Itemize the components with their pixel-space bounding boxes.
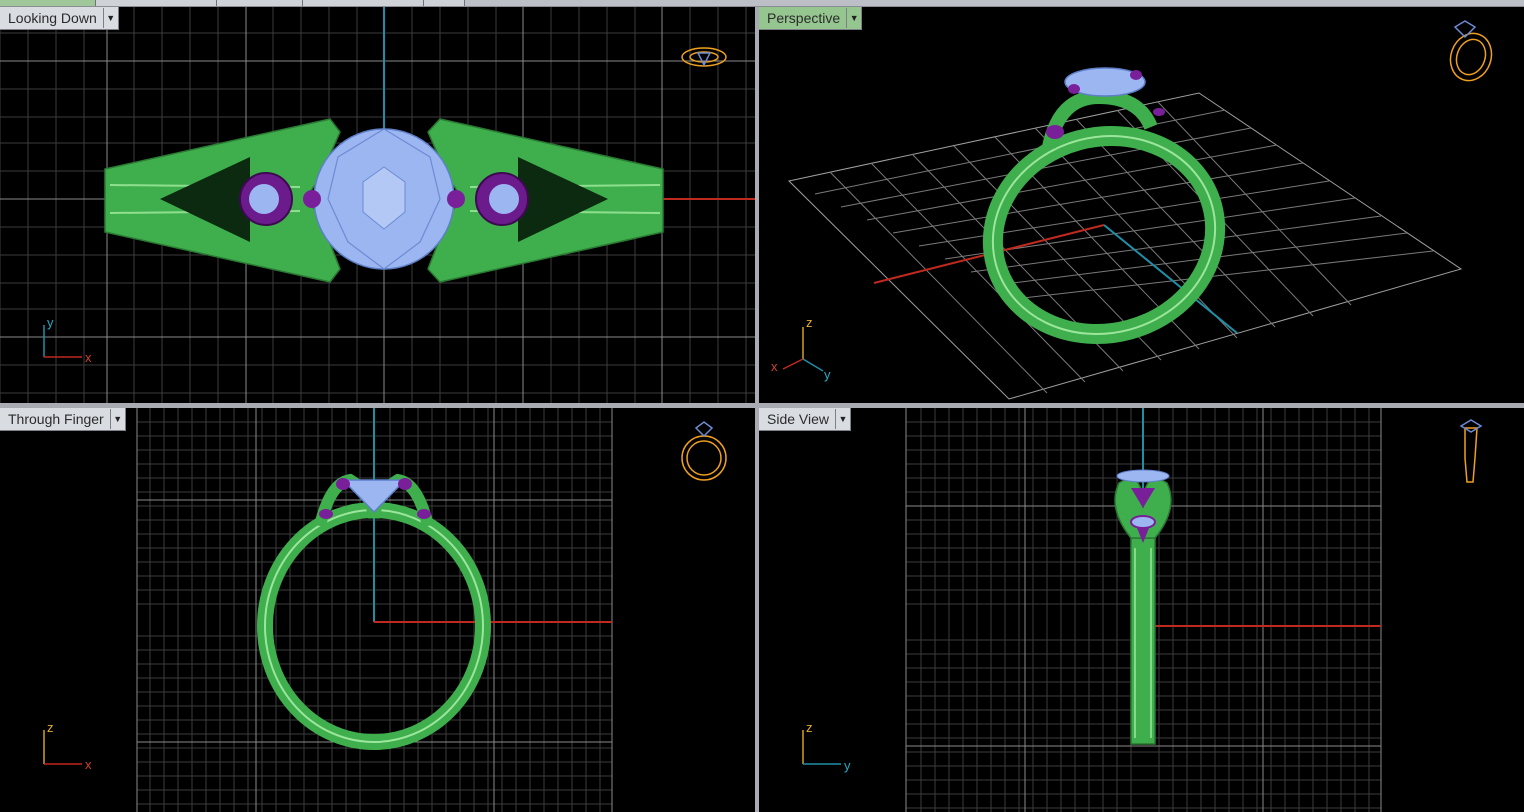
- view-tab-1[interactable]: [0, 0, 96, 6]
- viewport-title: Side View: [767, 411, 830, 427]
- orientation-icon: [1459, 419, 1483, 483]
- view-tab-4[interactable]: [303, 0, 424, 6]
- side-view-canvas: z y: [802, 408, 1483, 812]
- viewport-side-view[interactable]: z y Side View ▼: [759, 408, 1524, 812]
- viewport-title: Perspective: [767, 10, 841, 26]
- axis-z-label: z: [806, 315, 813, 330]
- axis-triad: z x: [43, 720, 92, 772]
- axis-triad: z x y: [771, 315, 831, 382]
- center-gem: [1116, 469, 1170, 483]
- viewport-title: Through Finger: [8, 411, 104, 427]
- viewport-through-finger[interactable]: z x Through Finger ▼: [0, 408, 755, 812]
- perspective-canvas: z x y: [771, 20, 1493, 400]
- through-finger-canvas: z x: [43, 408, 727, 812]
- axis-z-label: z: [806, 720, 813, 735]
- view-tab-5[interactable]: [424, 0, 465, 6]
- view-tab-strip: [0, 0, 1524, 7]
- axis-triad: y x: [43, 315, 92, 365]
- viewport-perspective[interactable]: z x y Perspective ▼: [759, 7, 1524, 403]
- axis-x-label: x: [771, 359, 778, 374]
- axis-y-label: y: [47, 315, 54, 330]
- viewport-title: Looking Down: [8, 10, 97, 26]
- viewport-label-through-finger[interactable]: Through Finger ▼: [0, 408, 126, 431]
- axis-y-label: y: [844, 758, 851, 773]
- ring-side-view: [1114, 469, 1172, 745]
- viewport-label-looking-down[interactable]: Looking Down ▼: [0, 7, 119, 30]
- viewport-looking-down[interactable]: y x Looking Down ▼: [0, 7, 755, 403]
- looking-down-canvas: y x: [0, 7, 755, 403]
- orientation-icon: [1449, 20, 1493, 82]
- axis-z-label: z: [47, 720, 54, 735]
- view-tab-2[interactable]: [96, 0, 217, 6]
- triangle-down-icon[interactable]: ▼: [846, 8, 861, 28]
- triangle-down-icon[interactable]: ▼: [835, 409, 850, 429]
- orientation-icon: [681, 421, 727, 481]
- orientation-icon: [681, 47, 727, 67]
- triangle-down-icon[interactable]: ▼: [102, 8, 118, 28]
- axis-x-label: x: [85, 757, 92, 772]
- triangle-down-icon[interactable]: ▼: [109, 409, 125, 429]
- view-tab-3[interactable]: [217, 0, 303, 6]
- axis-x-label: x: [85, 350, 92, 365]
- viewport-label-perspective[interactable]: Perspective ▼: [759, 7, 863, 30]
- viewport-label-side-view[interactable]: Side View ▼: [759, 408, 852, 431]
- axis-triad: z y: [802, 720, 851, 773]
- axis-y-label: y: [824, 367, 831, 382]
